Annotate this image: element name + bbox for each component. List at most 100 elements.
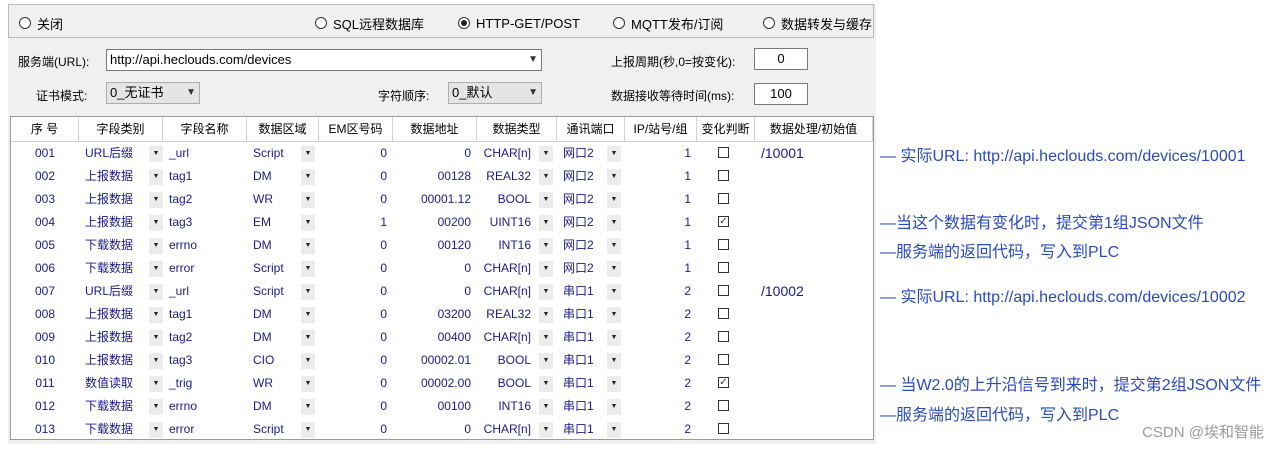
dropdown-arrow-icon[interactable]: ▼	[607, 169, 621, 185]
ip-station-group[interactable]: 2	[625, 372, 697, 395]
field-category[interactable]: 下载数据	[79, 257, 145, 280]
radio-sql-dot[interactable]	[315, 17, 327, 29]
dropdown-arrow-icon[interactable]: ▼	[539, 399, 553, 415]
table-row[interactable]: 003 上报数据 ▼ tag2 WR ▼ 0 00001.12 BOOL ▼ 网口2 ▼ 1	[11, 188, 873, 211]
comm-port[interactable]: 串口1	[557, 395, 607, 418]
data-address[interactable]: 00400	[393, 326, 477, 349]
column-header[interactable]: 字段名称	[163, 117, 247, 141]
comm-port[interactable]: 网口2	[557, 234, 607, 257]
table-row[interactable]: 002 上报数据 ▼ tag1 DM ▼ 0 00128 REAL32 ▼ 网口2 ▼ 1	[11, 165, 873, 188]
field-category[interactable]: 数值读取	[79, 372, 145, 395]
table-row[interactable]: 011 数值读取 ▼ _trig WR ▼ 0 00002.00 BOOL ▼ 串口1 ▼ 2 ✓	[11, 372, 873, 395]
data-processing[interactable]	[755, 188, 873, 211]
data-address[interactable]: 0	[393, 257, 477, 280]
field-name[interactable]: errno	[163, 395, 247, 418]
dropdown-arrow-icon[interactable]: ▼	[539, 422, 553, 438]
data-address[interactable]: 00002.00	[393, 372, 477, 395]
radio-http-dot[interactable]	[458, 17, 470, 29]
ip-station-group[interactable]: 2	[625, 418, 697, 439]
dropdown-arrow-icon[interactable]: ▼	[301, 330, 315, 346]
data-area[interactable]: EM	[247, 211, 301, 234]
ip-station-group[interactable]: 2	[625, 395, 697, 418]
column-header[interactable]: 字段类别	[79, 117, 163, 141]
comm-port[interactable]: 串口1	[557, 349, 607, 372]
em-number[interactable]: 0	[319, 326, 393, 349]
em-number[interactable]: 0	[319, 165, 393, 188]
radio-close[interactable]: 关闭	[19, 14, 63, 32]
data-processing[interactable]	[755, 234, 873, 257]
change-check-checkbox[interactable]	[718, 423, 729, 434]
field-name[interactable]: tag1	[163, 165, 247, 188]
data-address[interactable]: 03200	[393, 303, 477, 326]
dropdown-arrow-icon[interactable]: ▼	[149, 376, 163, 392]
change-check-checkbox[interactable]	[718, 308, 729, 319]
field-category[interactable]: 下载数据	[79, 418, 145, 439]
data-processing[interactable]	[755, 418, 873, 439]
em-number[interactable]: 0	[319, 349, 393, 372]
dropdown-arrow-icon[interactable]: ▼	[607, 261, 621, 277]
byte-order-select[interactable]: 0_默认 ▼	[448, 82, 542, 104]
ip-station-group[interactable]: 1	[625, 257, 697, 280]
change-check-checkbox[interactable]	[718, 354, 729, 365]
comm-port[interactable]: 串口1	[557, 372, 607, 395]
data-address[interactable]: 0	[393, 280, 477, 303]
dropdown-arrow-icon[interactable]: ▼	[539, 353, 553, 369]
column-header[interactable]: 通讯端口	[557, 117, 625, 141]
dropdown-arrow-icon[interactable]: ▼	[539, 169, 553, 185]
ip-station-group[interactable]: 1	[625, 234, 697, 257]
data-type[interactable]: BOOL	[477, 188, 537, 211]
field-category[interactable]: URL后缀	[79, 280, 145, 303]
field-name[interactable]: error	[163, 418, 247, 439]
dropdown-arrow-icon[interactable]: ▼	[607, 353, 621, 369]
field-category[interactable]: 上报数据	[79, 165, 145, 188]
radio-sql[interactable]: SQL远程数据库	[315, 14, 424, 32]
change-check-checkbox[interactable]	[718, 170, 729, 181]
data-area[interactable]: WR	[247, 372, 301, 395]
data-address[interactable]: 00128	[393, 165, 477, 188]
em-number[interactable]: 0	[319, 395, 393, 418]
field-name[interactable]: tag2	[163, 188, 247, 211]
data-processing[interactable]: /10001	[755, 142, 873, 165]
field-name[interactable]: tag2	[163, 326, 247, 349]
data-processing[interactable]: /10002	[755, 280, 873, 303]
column-header[interactable]: 数据处理/初始值	[755, 117, 873, 141]
data-type[interactable]: CHAR[n]	[477, 142, 537, 165]
dropdown-arrow-icon[interactable]: ▼	[607, 238, 621, 254]
data-processing[interactable]	[755, 303, 873, 326]
dropdown-arrow-icon[interactable]: ▼	[301, 192, 315, 208]
data-address[interactable]: 00200	[393, 211, 477, 234]
em-number[interactable]: 0	[319, 303, 393, 326]
radio-forward[interactable]: 数据转发与缓存	[763, 14, 872, 32]
change-check-checkbox[interactable]	[718, 331, 729, 342]
dropdown-arrow-icon[interactable]: ▼	[539, 330, 553, 346]
comm-port[interactable]: 串口1	[557, 326, 607, 349]
column-header[interactable]: 序 号	[11, 117, 79, 141]
dropdown-arrow-icon[interactable]: ▼	[149, 146, 163, 162]
em-number[interactable]: 0	[319, 142, 393, 165]
dropdown-arrow-icon[interactable]: ▼	[539, 146, 553, 162]
dropdown-arrow-icon[interactable]: ▼	[301, 399, 315, 415]
dropdown-arrow-icon[interactable]: ▼	[539, 238, 553, 254]
radio-mqtt[interactable]: MQTT发布/订阅	[613, 14, 723, 32]
data-type[interactable]: BOOL	[477, 372, 537, 395]
change-check-checkbox[interactable]	[718, 262, 729, 273]
table-row[interactable]: 004 上报数据 ▼ tag3 EM ▼ 1 00200 UINT16 ▼ 网口2 ▼ 1 ✓	[11, 211, 873, 234]
data-area[interactable]: DM	[247, 395, 301, 418]
dropdown-arrow-icon[interactable]: ▼	[149, 284, 163, 300]
dropdown-arrow-icon[interactable]: ▼	[301, 169, 315, 185]
comm-port[interactable]: 网口2	[557, 142, 607, 165]
report-period-input[interactable]: 0	[754, 48, 808, 70]
ip-station-group[interactable]: 2	[625, 280, 697, 303]
field-category[interactable]: 上报数据	[79, 326, 145, 349]
field-name[interactable]: _url	[163, 142, 247, 165]
data-type[interactable]: BOOL	[477, 349, 537, 372]
data-type[interactable]: INT16	[477, 234, 537, 257]
data-area[interactable]: Script	[247, 418, 301, 439]
data-area[interactable]: DM	[247, 165, 301, 188]
comm-port[interactable]: 串口1	[557, 418, 607, 439]
data-area[interactable]: Script	[247, 257, 301, 280]
dropdown-arrow-icon[interactable]: ▼	[301, 238, 315, 254]
dropdown-arrow-icon[interactable]: ▼	[607, 284, 621, 300]
dropdown-arrow-icon[interactable]: ▼	[301, 284, 315, 300]
data-address[interactable]: 00120	[393, 234, 477, 257]
